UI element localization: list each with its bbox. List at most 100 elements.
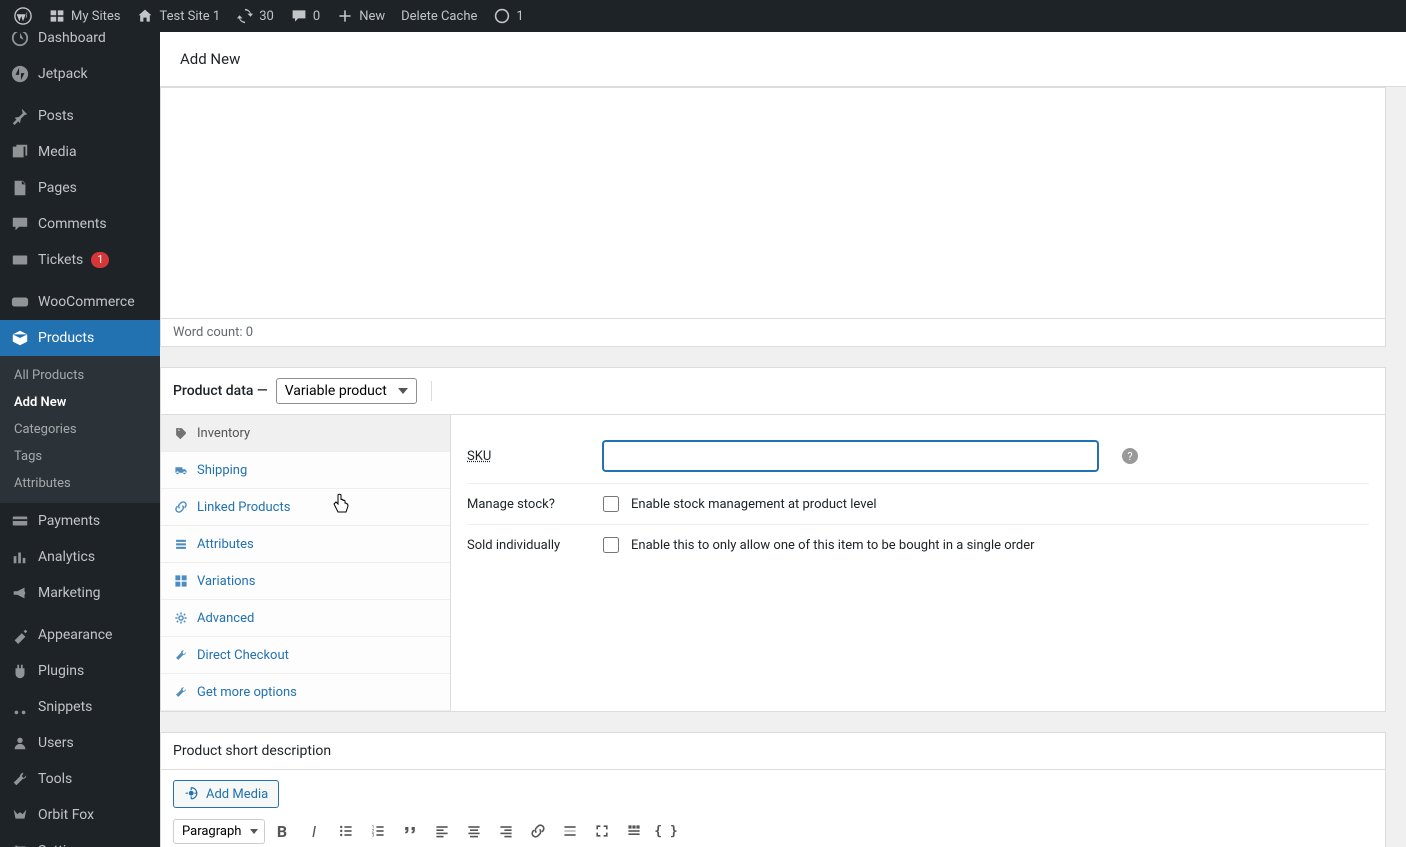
adminbar-deletecache-label: Delete Cache: [401, 9, 477, 24]
adminbar-deletecache[interactable]: Delete Cache: [393, 0, 485, 32]
sidebar-item-tools[interactable]: Tools: [0, 761, 160, 797]
readmore-button[interactable]: [555, 818, 585, 844]
tab-variations[interactable]: Variations: [161, 563, 450, 600]
manage-stock-checkbox-wrap[interactable]: Enable stock management at product level: [603, 496, 877, 512]
align-center-button[interactable]: [459, 818, 489, 844]
add-media-button[interactable]: Add Media: [173, 780, 279, 808]
variations-icon: [173, 573, 189, 589]
sidebar-item-dashboard[interactable]: Dashboard: [0, 32, 160, 56]
add-media-label: Add Media: [206, 787, 268, 802]
inventory-icon: [173, 425, 189, 441]
comment-icon: [10, 214, 30, 234]
sidebar-item-analytics[interactable]: Analytics: [0, 539, 160, 575]
submenu-add-new[interactable]: Add New: [0, 389, 160, 416]
sidebar-item-products[interactable]: Products: [0, 320, 160, 356]
sidebar-item-label: Plugins: [38, 663, 84, 679]
sidebar-submenu-products: All Products Add New Categories Tags Att…: [0, 356, 160, 503]
adminbar-site-label: Test Site 1: [159, 9, 220, 24]
tab-inventory[interactable]: Inventory: [161, 415, 450, 452]
orbitfox-icon: [10, 805, 30, 825]
tab-direct-checkout[interactable]: Direct Checkout: [161, 637, 450, 674]
settings-icon: [10, 841, 30, 847]
sidebar-item-woocommerce[interactable]: WooCommerce: [0, 284, 160, 320]
wp-logo[interactable]: [6, 0, 40, 32]
home-icon: [136, 7, 154, 25]
sidebar-item-label: Snippets: [38, 699, 92, 715]
sidebar-item-snippets[interactable]: Snippets: [0, 689, 160, 725]
help-icon[interactable]: ?: [1122, 448, 1138, 464]
sidebar-item-jetpack[interactable]: Jetpack: [0, 56, 160, 92]
sku-label: SKU: [467, 449, 587, 464]
code-button[interactable]: { }: [651, 818, 681, 844]
product-type-select[interactable]: Variable product: [276, 378, 417, 404]
tickets-badge: 1: [91, 252, 109, 268]
separator: [431, 381, 432, 401]
adminbar-updates[interactable]: 30: [228, 0, 282, 32]
editor-canvas[interactable]: [161, 88, 1385, 318]
tab-linked-products[interactable]: Linked Products: [161, 489, 450, 526]
tab-attributes[interactable]: Attributes: [161, 526, 450, 563]
submenu-label: Categories: [14, 422, 77, 437]
sidebar-item-payments[interactable]: Payments: [0, 503, 160, 539]
field-sold-individually: Sold individually Enable this to only al…: [467, 525, 1369, 565]
main-content: Add New Word count: 0 Product data — Var…: [160, 32, 1406, 847]
field-sku: SKU ?: [467, 429, 1369, 483]
sold-individually-checkbox[interactable]: [603, 537, 619, 553]
adminbar-new[interactable]: New: [328, 0, 393, 32]
sidebar-item-label: Media: [38, 144, 77, 160]
manage-stock-checkbox[interactable]: [603, 496, 619, 512]
sku-input[interactable]: [603, 441, 1098, 471]
align-right-button[interactable]: [491, 818, 521, 844]
numbered-list-button[interactable]: 123: [363, 818, 393, 844]
sidebar-item-users[interactable]: Users: [0, 725, 160, 761]
sidebar-item-orbitfox[interactable]: Orbit Fox: [0, 797, 160, 833]
submenu-attributes[interactable]: Attributes: [0, 470, 160, 497]
submenu-categories[interactable]: Categories: [0, 416, 160, 443]
sidebar-item-media[interactable]: Media: [0, 134, 160, 170]
sold-individually-checkbox-wrap[interactable]: Enable this to only allow one of this it…: [603, 537, 1035, 553]
link-button[interactable]: [523, 818, 553, 844]
bold-button[interactable]: B: [267, 818, 297, 844]
paragraph-select[interactable]: Paragraph: [173, 819, 265, 844]
submenu-tags[interactable]: Tags: [0, 443, 160, 470]
users-icon: [10, 733, 30, 753]
fullscreen-button[interactable]: [587, 818, 617, 844]
blockquote-button[interactable]: [395, 818, 425, 844]
sidebar-item-posts[interactable]: Posts: [0, 98, 160, 134]
submenu-all-products[interactable]: All Products: [0, 362, 160, 389]
sidebar-item-label: Posts: [38, 108, 74, 124]
sidebar-item-settings[interactable]: Settings: [0, 833, 160, 847]
short-description-title: Product short description: [161, 733, 1385, 770]
adminbar-mysites[interactable]: My Sites: [40, 0, 128, 32]
submenu-label: Tags: [14, 449, 42, 464]
sidebar-item-label: Comments: [38, 216, 107, 232]
sidebar-item-marketing[interactable]: Marketing: [0, 575, 160, 611]
tab-label: Inventory: [197, 426, 250, 441]
sidebar-item-pages[interactable]: Pages: [0, 170, 160, 206]
tab-label: Get more options: [197, 685, 297, 700]
sidebar-item-plugins[interactable]: Plugins: [0, 653, 160, 689]
adminbar-comments[interactable]: 0: [282, 0, 328, 32]
sidebar-item-comments[interactable]: Comments: [0, 206, 160, 242]
plugins-icon: [10, 661, 30, 681]
tab-shipping[interactable]: Shipping: [161, 452, 450, 489]
wordpress-icon: [14, 7, 32, 25]
toolbar-toggle-button[interactable]: [619, 818, 649, 844]
product-data-header: Product data — Variable product: [161, 368, 1385, 415]
tab-get-more[interactable]: Get more options: [161, 674, 450, 711]
sidebar-item-tickets[interactable]: Tickets1: [0, 242, 160, 278]
sidebar-item-appearance[interactable]: Appearance: [0, 617, 160, 653]
adminbar-site[interactable]: Test Site 1: [128, 0, 228, 32]
adminbar-performance[interactable]: 1: [485, 0, 531, 32]
snippets-icon: [10, 697, 30, 717]
editor-toolbar: Paragraph B I 123 { }: [161, 814, 1385, 847]
submenu-label: Add New: [14, 395, 66, 410]
bullet-list-button[interactable]: [331, 818, 361, 844]
sidebar-item-label: Products: [38, 330, 94, 346]
page-header: Add New: [160, 32, 1406, 87]
tab-advanced[interactable]: Advanced: [161, 600, 450, 637]
align-left-button[interactable]: [427, 818, 457, 844]
ticket-icon: [10, 250, 30, 270]
sidebar-item-label: Payments: [38, 513, 100, 529]
italic-button[interactable]: I: [299, 818, 329, 844]
